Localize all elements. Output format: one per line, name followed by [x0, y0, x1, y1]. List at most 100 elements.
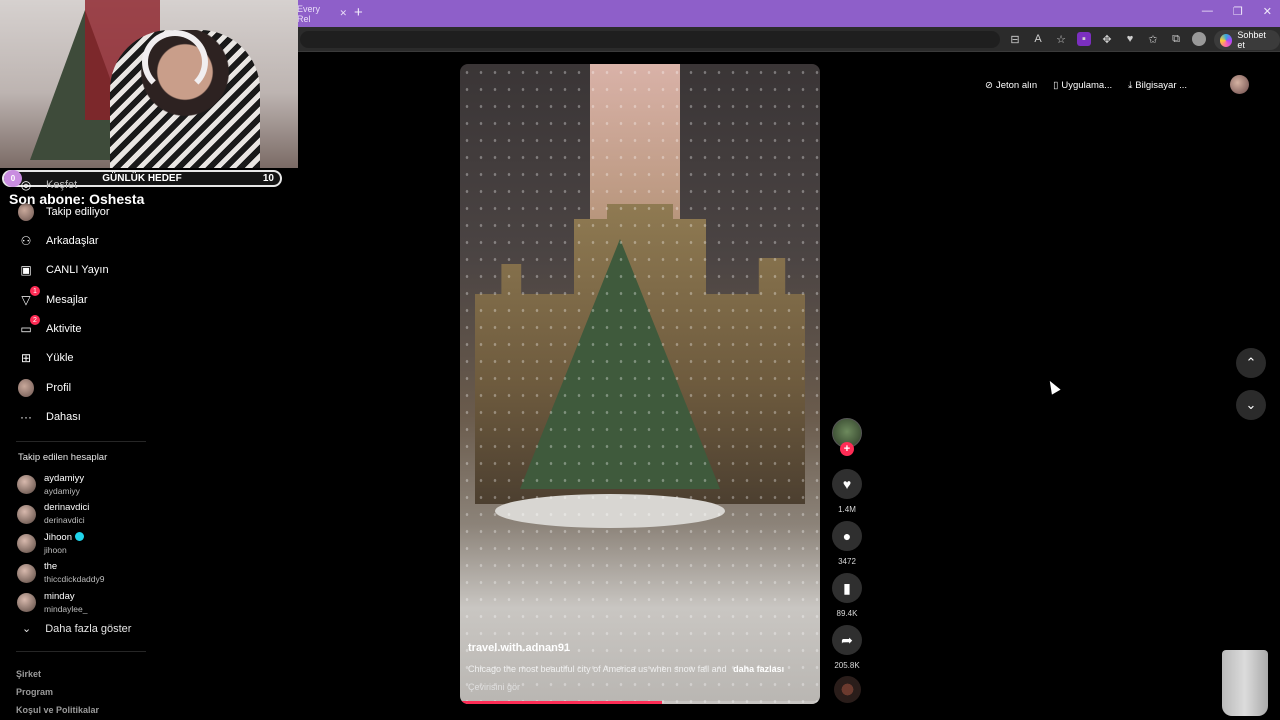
goal-label: GÜNLÜK HEDEF: [102, 173, 182, 184]
account-name: the: [44, 561, 58, 573]
sidebar-item-label: Keşfet: [46, 179, 78, 191]
more-dots-icon: ···: [20, 410, 32, 424]
desktop-app-button[interactable]: ⤓ Bilgisayar ...: [1128, 80, 1187, 91]
video-player[interactable]: travel.with.adnan91 Chicago the most bea…: [460, 64, 820, 704]
sidebar-item-label: Mesajlar: [46, 294, 88, 306]
address-field[interactable]: [300, 31, 1000, 48]
like-button[interactable]: ♥: [832, 469, 862, 499]
sidebar-item-friends[interactable]: ⚇ Arkadaşlar: [18, 231, 99, 251]
messages-badge: 1: [30, 286, 40, 296]
show-more-button[interactable]: ⌄ Daha fazla göster: [22, 622, 131, 636]
footer-links: Şirket Program Koşul ve Politikalar: [16, 665, 99, 719]
last-subscriber: Son abone: Oshesta: [9, 191, 145, 207]
headset-icon: [142, 30, 208, 94]
extension-icon[interactable]: ▪: [1077, 32, 1091, 46]
sidebar-item-label: Aktivite: [46, 323, 82, 335]
comment-button[interactable]: ●: [832, 521, 862, 551]
caption-more-link[interactable]: daha fazlası: [733, 664, 784, 674]
avatar: [17, 504, 36, 524]
music-disc-icon[interactable]: [834, 676, 861, 703]
share-count: 205.8K: [834, 661, 860, 670]
sidebar-item-upload[interactable]: ⊞ Yükle: [18, 348, 74, 368]
sidebar-item-label: CANLI Yayın: [46, 264, 109, 276]
read-aloud-icon[interactable]: A: [1031, 32, 1045, 46]
friends-icon: ⚇: [20, 234, 32, 248]
footer-link-program[interactable]: Program: [16, 683, 99, 701]
avatar: [17, 593, 36, 613]
next-video-button[interactable]: ⌄: [1236, 390, 1266, 420]
collections-icon[interactable]: ⧉: [1169, 32, 1183, 46]
account-handle: mindaylee_: [44, 603, 88, 614]
account-name: Jihoon: [44, 531, 72, 543]
activity-icon: ▭ 2: [18, 315, 40, 337]
sidebar-item-activity[interactable]: ▭ 2 Aktivite: [18, 315, 82, 339]
list-item[interactable]: derinavdici derinavdici: [17, 500, 157, 530]
get-coins-label: Jeton alın: [995, 79, 1038, 91]
live-tv-icon: ▣: [20, 263, 32, 277]
followed-accounts-list: aydamiyy aydamiyy derinavdici derinavdici …: [17, 470, 157, 618]
chevron-down-icon: ⌄: [1245, 397, 1257, 412]
sidebar-item-label: Takip ediliyor: [46, 206, 110, 218]
sidebar-item-more[interactable]: ··· Dahası: [18, 407, 81, 427]
video-progress-bar[interactable]: [460, 701, 820, 704]
favorite-star-icon[interactable]: ☆: [1054, 32, 1068, 46]
sidebar-item-profile[interactable]: Profil: [18, 378, 71, 398]
activity-badge: 2: [30, 315, 40, 325]
extensions-puzzle-icon[interactable]: ✥: [1100, 32, 1114, 46]
list-item[interactable]: Jihoon jihoon: [17, 529, 157, 559]
sidebar-item-label: Profil: [46, 382, 72, 394]
video-username[interactable]: travel.with.adnan91: [468, 642, 570, 654]
header-actions: ⊘ Jeton alın ▯ Uygulama... ⤓ Bilgisayar ...: [985, 73, 1187, 97]
share-button[interactable]: ➦: [832, 625, 862, 655]
save-button[interactable]: ▮: [832, 573, 862, 603]
list-item[interactable]: the thiccdickdaddy9: [17, 559, 157, 589]
copilot-chat-button[interactable]: Sohbet et: [1214, 30, 1280, 50]
copilot-icon: [1220, 33, 1233, 47]
sidebar-divider: [16, 441, 146, 442]
browser-tab[interactable]: Every Rel ✕: [297, 4, 347, 24]
avatar: [17, 534, 36, 554]
profile-icon[interactable]: [1192, 32, 1206, 46]
list-item[interactable]: aydamiyy aydamiyy: [17, 470, 157, 500]
video-snow: [460, 64, 820, 704]
sidebar-item-label: Dahası: [46, 411, 81, 423]
tab-close-icon[interactable]: ✕: [339, 8, 347, 19]
avatar: [17, 475, 36, 495]
account-name: minday: [44, 590, 75, 602]
split-screen-icon[interactable]: ⊟: [1008, 32, 1022, 46]
upload-plus-icon: ⊞: [20, 351, 32, 365]
sidebar-item-messages[interactable]: ▽ 1 Mesajlar: [18, 286, 88, 310]
get-app-label: Uygulama...: [1061, 79, 1113, 91]
window-controls: — ❐ ✕: [1202, 5, 1272, 18]
account-handle: aydamiyy: [44, 485, 80, 496]
restore-button[interactable]: ❐: [1233, 5, 1243, 18]
share-arrow-icon: ➦: [841, 631, 853, 648]
follow-plus-icon[interactable]: +: [840, 442, 854, 456]
minimize-button[interactable]: —: [1202, 5, 1213, 18]
goal-target: 10: [262, 173, 274, 184]
favorites-icon[interactable]: ✩: [1146, 32, 1160, 46]
user-avatar[interactable]: [1230, 75, 1249, 94]
sidebar-item-live[interactable]: ▣ CANLI Yayın: [18, 260, 109, 280]
new-tab-button[interactable]: +: [354, 4, 363, 21]
video-progress-fill: [460, 701, 662, 704]
get-app-button[interactable]: ▯ Uygulama...: [1053, 80, 1112, 91]
profile-avatar: [18, 379, 34, 397]
list-item[interactable]: minday mindaylee_: [17, 588, 157, 618]
bookmark-icon: ▮: [843, 579, 851, 596]
footer-link-terms[interactable]: Koşul ve Politikalar: [16, 701, 99, 719]
copilot-label: Sohbet et: [1237, 30, 1266, 50]
footer-link-company[interactable]: Şirket: [16, 665, 99, 683]
see-translation-link[interactable]: Çevirisini gör: [468, 682, 520, 692]
account-handle: derinavdici: [44, 515, 85, 526]
get-coins-button[interactable]: ⊘ Jeton alın: [985, 80, 1037, 91]
desktop-app-label: Bilgisayar ...: [1135, 79, 1188, 91]
heart-icon: ♥: [842, 476, 852, 492]
verified-badge-icon: [75, 531, 84, 541]
performance-icon[interactable]: ♥: [1123, 32, 1137, 46]
previous-video-button[interactable]: ⌃: [1236, 348, 1266, 378]
phone-icon: ▯: [1053, 79, 1059, 91]
close-window-button[interactable]: ✕: [1263, 5, 1272, 18]
account-name: aydamiyy: [44, 472, 85, 484]
sidebar-item-label: Yükle: [46, 352, 74, 364]
